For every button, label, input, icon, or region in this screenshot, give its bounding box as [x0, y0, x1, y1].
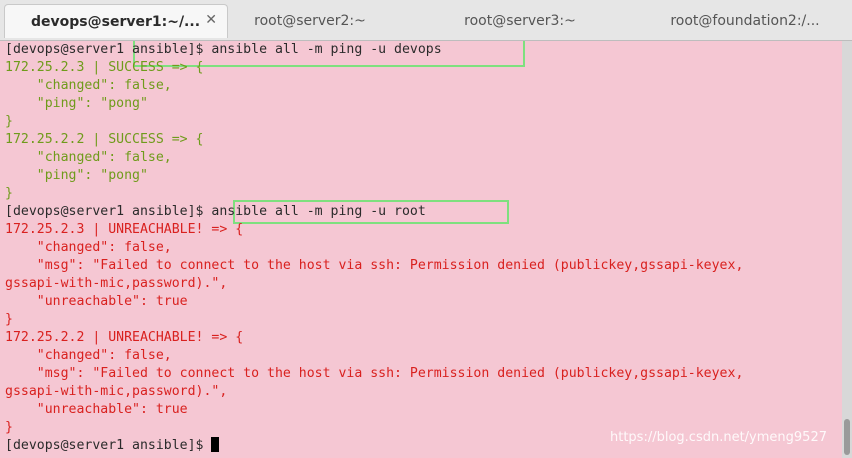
terminal-cursor [211, 437, 220, 452]
terminal-line: 172.25.2.3 | SUCCESS => { [5, 59, 204, 77]
terminal-line: "ping": "pong" [5, 167, 148, 185]
terminal-line: "unreachable": true [5, 293, 188, 311]
tab-label: root@server2:~ [254, 13, 366, 29]
terminal-line: "msg": "Failed to connect to the host vi… [5, 257, 744, 275]
terminal-line-text: } [5, 420, 13, 435]
scrollbar-thumb[interactable] [844, 419, 850, 455]
tab-root-server3[interactable]: root@server3:~ [440, 4, 600, 38]
terminal-line-text: } [5, 114, 13, 129]
terminal-line-text: "unreachable": true [5, 402, 188, 417]
terminal-line-text: "msg": "Failed to connect to the host vi… [5, 258, 744, 273]
terminal-line: "ping": "pong" [5, 95, 148, 113]
terminal-line: "changed": false, [5, 77, 172, 95]
terminal-line-text: "ping": "pong" [5, 96, 148, 111]
terminal-line: } [5, 419, 13, 437]
terminal-line-text: [devops@server1 ansible]$ ansible all -m… [5, 204, 426, 219]
terminal-line: "changed": false, [5, 149, 172, 167]
tab-label: root@server3:~ [464, 13, 576, 29]
terminal-line-text: "ping": "pong" [5, 168, 148, 183]
close-icon[interactable]: ✕ [205, 12, 217, 28]
terminal-line: 172.25.2.2 | UNREACHABLE! => { [5, 329, 243, 347]
terminal-line-text: [devops@server1 ansible]$ ansible all -m… [5, 42, 442, 57]
terminal-line-text: [devops@server1 ansible]$ [5, 438, 212, 453]
terminal-line: "changed": false, [5, 239, 172, 257]
terminal-line: } [5, 185, 13, 203]
tab-devops-server1[interactable]: devops@server1:~/... ✕ [4, 4, 228, 38]
terminal-line-text: gssapi-with-mic,password).", [5, 384, 228, 399]
tab-root-server2[interactable]: root@server2:~ [230, 4, 390, 38]
watermark: https://blog.csdn.net/ymeng9527 [610, 430, 827, 445]
terminal-line: "msg": "Failed to connect to the host vi… [5, 365, 744, 383]
terminal-line: [devops@server1 ansible]$ ansible all -m… [5, 203, 426, 221]
terminal-line-text: 172.25.2.2 | UNREACHABLE! => { [5, 330, 244, 345]
terminal-line: "changed": false, [5, 347, 172, 365]
terminal-line: gssapi-with-mic,password).", [5, 275, 227, 293]
terminal-line: gssapi-with-mic,password).", [5, 383, 227, 401]
terminal-line-text: } [5, 186, 13, 201]
terminal-line: "unreachable": true [5, 401, 188, 419]
terminal-line: } [5, 311, 13, 329]
terminal-line-text: 172.25.2.3 | SUCCESS => { [5, 60, 204, 75]
terminal-line-text: } [5, 312, 13, 327]
terminal-line-text: gssapi-with-mic,password).", [5, 276, 228, 291]
terminal-line-text: "changed": false, [5, 348, 172, 363]
terminal-line: [devops@server1 ansible]$ [5, 437, 220, 455]
terminal-line-text: "msg": "Failed to connect to the host vi… [5, 366, 744, 381]
terminal-line-text: "changed": false, [5, 240, 172, 255]
terminal-line: [devops@server1 ansible]$ ansible all -m… [5, 41, 442, 59]
terminal-scrollbar[interactable] [842, 41, 852, 458]
tab-label: root@foundation2:/... [670, 13, 820, 29]
terminal-line-text: "changed": false, [5, 150, 172, 165]
terminal-line-text: 172.25.2.2 | SUCCESS => { [5, 132, 204, 147]
terminal-line: 172.25.2.2 | SUCCESS => { [5, 131, 204, 149]
tab-label: devops@server1:~/... [31, 13, 201, 30]
tab-root-foundation2[interactable]: root@foundation2:/... [640, 4, 850, 38]
terminal-line-text: "unreachable": true [5, 294, 188, 309]
terminal-line-text: "changed": false, [5, 78, 172, 93]
terminal-output[interactable]: [devops@server1 ansible]$ ansible all -m… [0, 41, 842, 458]
terminal-line-text: 172.25.2.3 | UNREACHABLE! => { [5, 222, 244, 237]
tab-bar: devops@server1:~/... ✕ root@server2:~ ro… [0, 0, 852, 41]
terminal-line: } [5, 113, 13, 131]
terminal-line: 172.25.2.3 | UNREACHABLE! => { [5, 221, 243, 239]
